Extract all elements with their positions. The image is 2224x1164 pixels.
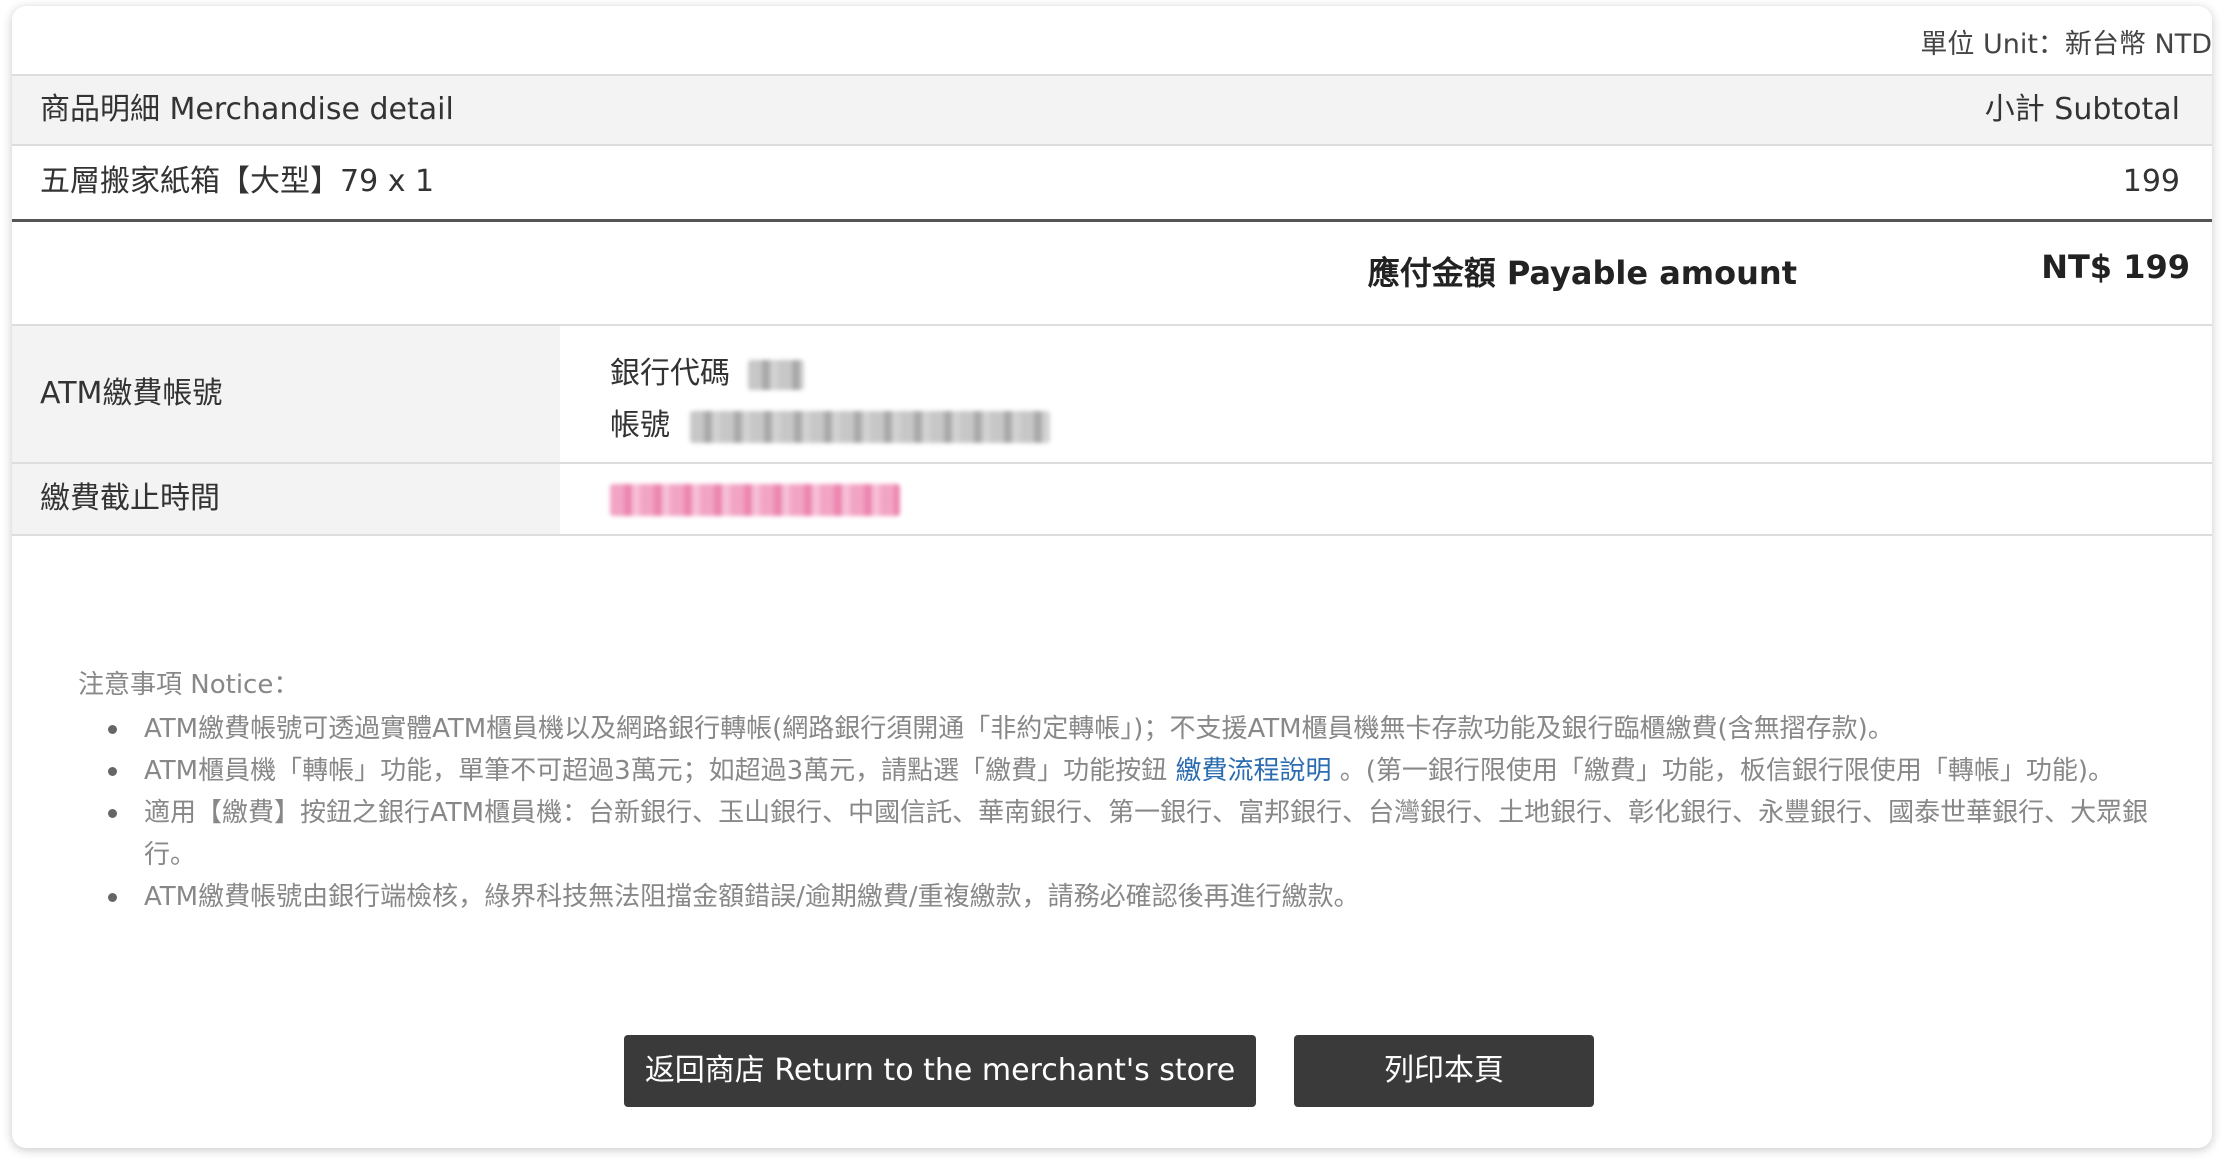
notice-section: 注意事項 Notice： ATM繳費帳號可透過實體ATM櫃員機以及網路銀行轉帳(… (78, 664, 2158, 918)
return-to-store-button[interactable]: 返回商店 Return to the merchant's store (624, 1035, 1256, 1107)
atm-account-label: ATM繳費帳號 (12, 326, 560, 462)
bank-code-redacted (747, 359, 804, 390)
notice-title: 注意事項 Notice： (78, 670, 300, 700)
list-item: 適用【繳費】按鈕之銀行ATM櫃員機：台新銀行、玉山銀行、中國信託、華南銀行、第一… (78, 792, 2158, 876)
list-item: ATM繳費帳號可透過實體ATM櫃員機以及網路銀行轉帳(網路銀行須開通「非約定轉帳… (78, 708, 2158, 750)
payment-deadline-redacted (610, 484, 900, 516)
merchandise-detail-header: 商品明細 Merchandise detail (40, 92, 454, 127)
item-subtotal: 199 (2122, 164, 2180, 199)
table-row: 五層搬家紙箱【大型】79 x 1 199 (12, 146, 2212, 222)
payment-card: 單位 Unit：新台幣 NTD 商品明細 Merchandise detail … (12, 6, 2212, 1148)
list-item: ATM櫃員機「轉帳」功能，單筆不可超過3萬元；如超過3萬元，請點選「繳費」功能按… (78, 750, 2158, 792)
notice-list: ATM繳費帳號可透過實體ATM櫃員機以及網路銀行轉帳(網路銀行須開通「非約定轉帳… (78, 708, 2158, 918)
subtotal-header: 小計 Subtotal (1984, 92, 2180, 127)
payment-deadline-label: 繳費截止時間 (12, 464, 560, 534)
account-number-redacted (689, 410, 1050, 443)
payable-amount-label: 應付金額 Payable amount (1367, 254, 1797, 292)
payable-amount-value: NT$ 199 (2041, 248, 2190, 286)
bank-code-label: 銀行代碼 (610, 356, 730, 391)
item-name: 五層搬家紙箱【大型】79 x 1 (40, 164, 435, 199)
list-item: ATM繳費帳號由銀行端檢核，綠界科技無法阻擋金額錯誤/逾期繳費/重複繳款，請務必… (78, 876, 2158, 918)
account-number-line: 帳號 (610, 400, 1050, 444)
print-page-button[interactable]: 列印本頁 (1294, 1035, 1594, 1107)
account-number-label: 帳號 (610, 408, 670, 443)
payable-amount-row: 應付金額 Payable amount NT$ 199 (12, 222, 2212, 324)
payment-deadline-row: 繳費截止時間 (12, 464, 2212, 536)
bank-code-line: 銀行代碼 (610, 348, 804, 392)
atm-account-row: ATM繳費帳號 銀行代碼 帳號 (12, 324, 2212, 464)
notice-item2-text-after: 。(第一銀行限使用「繳費」功能，板信銀行限使用「轉帳」功能)。 (1331, 756, 2115, 786)
notice-item2-text: ATM櫃員機「轉帳」功能，單筆不可超過3萬元；如超過3萬元，請點選「繳費」功能按… (144, 756, 1176, 786)
table-header-row: 商品明細 Merchandise detail 小計 Subtotal (12, 74, 2212, 146)
payment-process-link[interactable]: 繳費流程說明 (1175, 756, 1331, 786)
currency-unit: 單位 Unit：新台幣 NTD (1920, 29, 2212, 60)
